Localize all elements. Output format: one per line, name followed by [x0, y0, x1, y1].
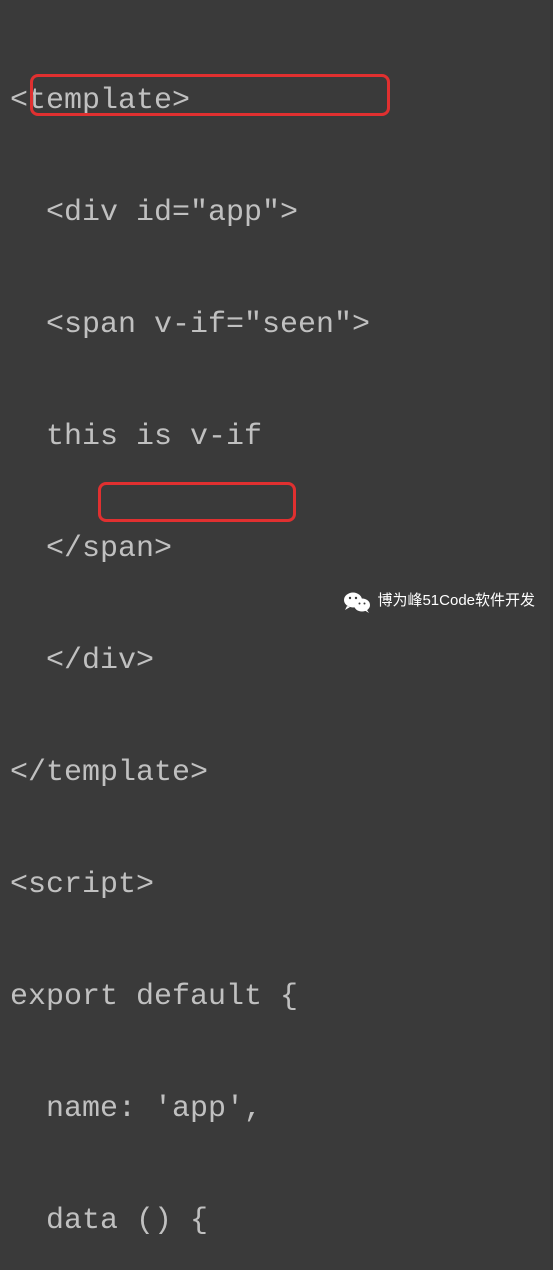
code-line: <template>: [10, 83, 543, 120]
code-line: export default {: [10, 979, 543, 1016]
code-line: </template>: [10, 755, 543, 792]
code-line: name: 'app',: [10, 1091, 543, 1128]
watermark: 博为峰51Code软件开发: [343, 589, 535, 613]
code-line: <script>: [10, 867, 543, 904]
code-line: this is v-if: [10, 419, 543, 456]
code-line: </div>: [10, 643, 543, 680]
code-line: </span>: [10, 531, 543, 568]
code-line: <div id="app">: [10, 195, 543, 232]
code-line: <span v-if="seen">: [10, 307, 543, 344]
code-line: data () {: [10, 1203, 543, 1240]
wechat-icon: [343, 589, 371, 613]
code-block: <template> <div id="app"> <span v-if="se…: [10, 8, 543, 1270]
watermark-text: 博为峰51Code软件开发: [377, 592, 535, 611]
